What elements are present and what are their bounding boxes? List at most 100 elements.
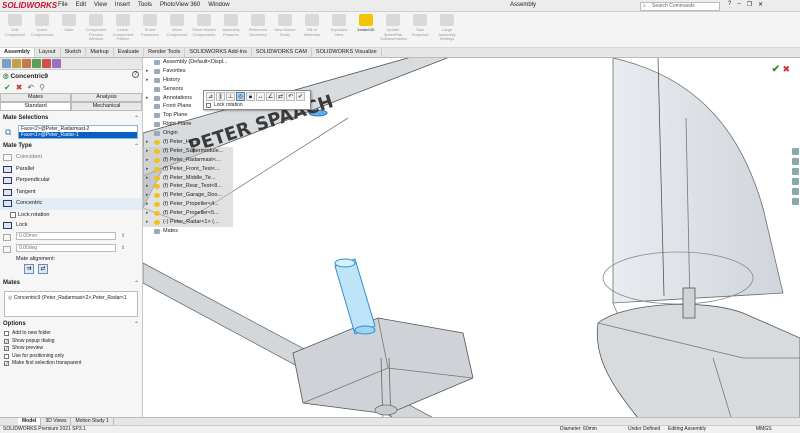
tree-item[interactable]: ▸ (f) Peter_Front_Test<... bbox=[143, 164, 233, 174]
distance-input[interactable]: 0.00mm bbox=[16, 232, 116, 240]
tree-item[interactable]: Top Plane bbox=[143, 111, 233, 120]
undo-icon[interactable]: ↶ bbox=[286, 92, 295, 101]
option-checkbox[interactable]: ✓ Show popup dialog bbox=[0, 338, 142, 346]
cancel-icon[interactable]: ✖ bbox=[16, 83, 23, 92]
option-checkbox[interactable]: Add to new folder bbox=[0, 330, 142, 338]
command-tab[interactable]: Markup bbox=[86, 48, 114, 57]
dimxpert-icon[interactable] bbox=[32, 59, 41, 68]
mate-selections-list[interactable]: Face<2>@Peter_Radarmast-2 Face<1>@Peter_… bbox=[18, 125, 138, 139]
view-palette-icon[interactable] bbox=[792, 178, 799, 185]
spinner-icon[interactable]: ⇕ bbox=[121, 245, 125, 251]
status-units[interactable]: MMGS bbox=[756, 426, 772, 433]
tree-item[interactable]: ▸ (-) Peter_Radar<1> (... bbox=[143, 218, 233, 227]
anti-aligned-icon[interactable]: ⇄ bbox=[38, 264, 48, 274]
cam-icon[interactable] bbox=[52, 59, 61, 68]
config-manager-icon[interactable] bbox=[22, 59, 31, 68]
section-mates[interactable]: Mates ⌃ bbox=[0, 279, 142, 289]
command-tab[interactable]: SOLIDWORKS CAM bbox=[252, 48, 312, 57]
distance-icon[interactable]: ↔ bbox=[256, 92, 265, 101]
tree-item[interactable]: ▸ (f) Peter_Hu... bbox=[143, 138, 233, 147]
property-manager-icon[interactable] bbox=[12, 59, 21, 68]
ribbon-button[interactable]: Instant3D bbox=[353, 13, 379, 47]
tree-item[interactable]: ▸ (f) Peter_Supermodule... bbox=[143, 146, 233, 156]
option-checkbox[interactable]: ✓ Show preview bbox=[0, 345, 142, 353]
tree-item[interactable]: ▸ (f) Peter_Garage_Doo... bbox=[143, 191, 233, 201]
concentric-icon[interactable]: ◎ bbox=[236, 92, 245, 101]
mates-list[interactable]: ◎ Concentric9 (Peter_Radarmast<2>,Peter_… bbox=[4, 291, 138, 317]
ribbon-button[interactable]: Linear Component Pattern bbox=[110, 13, 136, 47]
ribbon-button[interactable]: Show Hidden Components bbox=[191, 13, 217, 47]
command-tab[interactable]: Assembly bbox=[0, 48, 35, 57]
command-tab[interactable]: Layout bbox=[35, 48, 61, 57]
section-mate-type[interactable]: Mate Type ⌃ bbox=[0, 142, 142, 152]
menu-view[interactable]: View bbox=[94, 2, 107, 8]
tree-item[interactable]: ▸ (f) Peter_Propeller<5... bbox=[143, 209, 233, 219]
tree-item[interactable]: ▸ (f) Peter_Middle_Te... bbox=[143, 173, 233, 183]
popup-lock-rotation-checkbox[interactable]: Lock rotation bbox=[204, 102, 310, 109]
option-checkbox[interactable]: ✓ Make first selection transparent bbox=[0, 360, 142, 368]
ribbon-button[interactable]: Edit Component bbox=[2, 13, 28, 47]
ribbon-button[interactable]: Mate bbox=[56, 13, 82, 47]
lock-icon[interactable]: 🔒︎ bbox=[246, 92, 255, 101]
menu-tools[interactable]: Tools bbox=[138, 2, 152, 8]
mate-entry[interactable]: ◎ Concentric9 (Peter_Radarmast<2>,Peter_… bbox=[8, 295, 134, 301]
selection-item[interactable]: Face<1>@Peter_Radar-1 bbox=[19, 132, 137, 138]
mate-coincident[interactable]: Coincident bbox=[0, 152, 142, 164]
flip-alignment-icon[interactable]: ⇄ bbox=[276, 92, 285, 101]
close-icon[interactable]: ✕ bbox=[758, 1, 763, 8]
ok-icon[interactable]: ✔ bbox=[4, 83, 11, 92]
mate-lock[interactable]: Lock bbox=[0, 220, 142, 232]
command-tab[interactable]: Render Tools bbox=[144, 48, 186, 57]
appearances-icon[interactable] bbox=[792, 188, 799, 195]
help-icon[interactable]: ? bbox=[132, 71, 139, 78]
coincident-icon[interactable]: ⊿ bbox=[206, 92, 215, 101]
menu-file[interactable]: File bbox=[58, 2, 68, 8]
mate-perpendicular[interactable]: Perpendicular bbox=[0, 175, 142, 187]
command-tab[interactable]: Evaluate bbox=[114, 48, 145, 57]
feature-tree-icon[interactable] bbox=[2, 59, 11, 68]
tab-mates[interactable]: Mates bbox=[0, 93, 71, 102]
resources-icon[interactable] bbox=[792, 148, 799, 155]
ribbon-button[interactable]: Take Snapshot bbox=[407, 13, 433, 47]
mate-tangent[interactable]: Tangent bbox=[0, 187, 142, 199]
tree-root[interactable]: Assembly (Default<Displ... bbox=[143, 58, 233, 67]
tab-mechanical[interactable]: Mechanical bbox=[71, 102, 142, 111]
tree-item[interactable]: Right Plane bbox=[143, 120, 233, 129]
perpendicular-icon[interactable]: ⊥ bbox=[226, 92, 235, 101]
parallel-icon[interactable]: ∥ bbox=[216, 92, 225, 101]
undo-icon[interactable]: ↶ bbox=[27, 83, 34, 92]
menu-insert[interactable]: Insert bbox=[115, 2, 130, 8]
option-checkbox[interactable]: Use for positioning only bbox=[0, 353, 142, 361]
angle-input[interactable]: 0.00deg bbox=[16, 244, 116, 252]
tab-standard[interactable]: Standard bbox=[0, 102, 71, 111]
command-tab[interactable]: SOLIDWORKS Add-Ins bbox=[185, 48, 252, 57]
ribbon-button[interactable]: Large Assembly Settings bbox=[434, 13, 460, 47]
ribbon-button[interactable]: Move Component bbox=[164, 13, 190, 47]
ribbon-button[interactable]: Component Preview Window bbox=[83, 13, 109, 47]
menu-photoview[interactable]: PhotoView 360 bbox=[160, 2, 200, 8]
help-icon[interactable]: ? bbox=[728, 1, 731, 8]
restore-icon[interactable]: ❐ bbox=[747, 1, 752, 8]
ribbon-button[interactable]: Bill of Materials bbox=[299, 13, 325, 47]
tab-motion-study[interactable]: Motion Study 1 bbox=[71, 418, 114, 425]
display-manager-icon[interactable] bbox=[42, 59, 51, 68]
tree-item[interactable]: Origin bbox=[143, 129, 233, 138]
tab-model[interactable]: Model bbox=[18, 418, 42, 425]
tree-item[interactable]: ▸ (f) Peter_Radarmast<... bbox=[143, 155, 233, 165]
search-input[interactable]: ⌕ Search Commands bbox=[640, 2, 720, 11]
ribbon-button[interactable]: Update SpeedPak Subassemblies bbox=[380, 13, 407, 47]
graphics-viewport[interactable]: PETER SPAACH Assembly (Default<Displ... ▸… bbox=[143, 58, 800, 424]
angle-icon[interactable]: ∠ bbox=[266, 92, 275, 101]
ribbon-button[interactable]: Reference Geometry bbox=[245, 13, 271, 47]
menu-edit[interactable]: Edit bbox=[76, 2, 86, 8]
ribbon-button[interactable]: Exploded View bbox=[326, 13, 352, 47]
lock-rotation-checkbox[interactable]: Lock rotation bbox=[0, 210, 142, 220]
tree-item[interactable]: ▸ History bbox=[143, 76, 233, 85]
file-explorer-icon[interactable] bbox=[792, 168, 799, 175]
tree-item[interactable]: ▸ (f) Peter_Rear_Test<8... bbox=[143, 182, 233, 192]
ribbon-button[interactable]: Smart Fasteners bbox=[137, 13, 163, 47]
design-library-icon[interactable] bbox=[792, 158, 799, 165]
minimize-icon[interactable]: – bbox=[737, 1, 740, 8]
confirm-cancel-icon[interactable]: ✖ bbox=[782, 64, 790, 75]
section-options[interactable]: Options ⌃ bbox=[0, 320, 142, 330]
